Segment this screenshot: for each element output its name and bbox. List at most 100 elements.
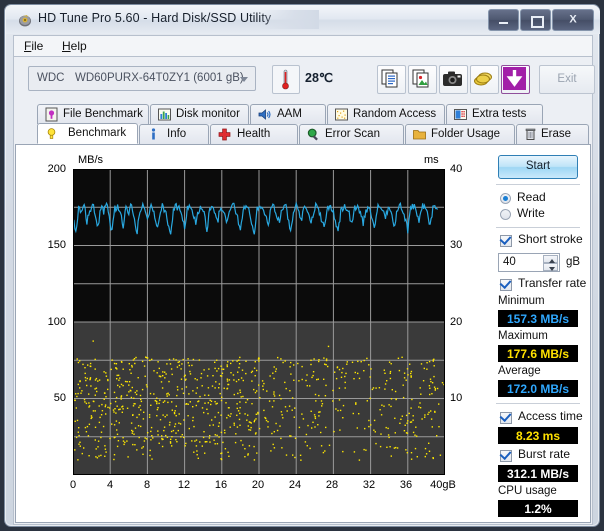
drive-vendor-label: WDC [37, 72, 65, 84]
burst-rate-checkbox-indicator [500, 450, 512, 462]
short-stroke-label: Short stroke [518, 232, 583, 246]
y-tick-label: 100 [47, 316, 66, 328]
copy-text-button[interactable] [377, 65, 406, 94]
title-bar: HD Tune Pro 5.60 - Hard Disk/SSD Utility… [6, 6, 600, 34]
exit-button[interactable]: Exit [539, 65, 595, 94]
x-tick-label: 0 [69, 479, 77, 491]
access-time-checkbox-indicator [500, 412, 512, 424]
average-value: 172.0 MB/s [506, 382, 570, 396]
maximize-icon [531, 16, 544, 28]
tab-row-bottom: Benchmark Info Health Error Scan Folder … [14, 123, 590, 144]
minimize-icon [499, 22, 508, 24]
y-axis-unit-label: MB/s [78, 154, 104, 166]
transfer-rate-checkbox-indicator [500, 279, 512, 291]
short-stroke-stepper[interactable]: 40 [498, 253, 560, 272]
stepper-up-button[interactable] [543, 255, 558, 263]
stepper-down-button[interactable] [543, 263, 558, 271]
screenshot-camera-icon [443, 71, 462, 86]
tab-extra-tests[interactable]: Extra tests [446, 104, 543, 124]
y2-tick-label: 30 [450, 239, 463, 251]
tab-folder-usage[interactable]: Folder Usage [405, 124, 515, 144]
menu-help-label: elp [70, 39, 87, 53]
tab-label: Info [167, 128, 187, 140]
tab-label: Benchmark [68, 127, 127, 139]
download-arrow-icon [503, 67, 526, 90]
benchmark-panel: MB/s ms 200 150 100 50 40 30 20 10 0 4 8… [15, 144, 591, 523]
maximum-value: 177.6 MB/s [506, 347, 570, 361]
minimum-label: Minimum [498, 295, 545, 307]
tab-label: Random Access [353, 108, 437, 120]
coins-icon [474, 72, 492, 86]
x-tick-label: 8 [143, 479, 151, 491]
x-tick-label: 32 [362, 479, 376, 491]
y2-tick-label: 20 [450, 316, 463, 328]
lightbulb-icon [47, 128, 56, 139]
tab-label: File Benchmark [63, 108, 143, 120]
tab-label: Folder Usage [431, 128, 501, 140]
download-button[interactable] [501, 65, 530, 94]
average-label: Average [498, 365, 541, 377]
info-icon [151, 128, 156, 140]
radio-read-label: Read [517, 190, 546, 204]
tab-error-scan[interactable]: Error Scan [299, 124, 404, 144]
maximize-button[interactable] [520, 9, 551, 31]
maximum-value-display: 177.6 MB/s [498, 345, 578, 362]
menu-item-help[interactable]: Help [62, 39, 87, 53]
speaker-icon [258, 109, 271, 120]
radio-write-label: Write [517, 206, 545, 220]
tab-info[interactable]: Info [139, 124, 209, 144]
y2-tick-label: 40 [450, 163, 463, 175]
cpu-usage-label: CPU usage [498, 485, 557, 497]
tab-row-top: File Benchmark Disk monitor AAM Random A… [14, 103, 590, 124]
short-stroke-value: 40 [503, 256, 516, 268]
maximum-label: Maximum [498, 330, 548, 342]
access-time-label: Access time [518, 409, 583, 423]
temperature-value: 28℃ [305, 71, 333, 85]
tab-benchmark[interactable]: Benchmark [37, 123, 138, 144]
coins-button[interactable] [470, 65, 499, 94]
average-value-display: 172.0 MB/s [498, 380, 578, 397]
options-panel: Start Read Write Short stroke 40 gB Tran… [494, 153, 586, 517]
close-button[interactable]: X [552, 9, 594, 31]
y2-tick-label: 10 [450, 392, 463, 404]
x-tick-label: 24 [288, 479, 302, 491]
burst-rate-label: Burst rate [518, 447, 571, 461]
drive-select[interactable]: WDC WD60PURX-64T0ZY1 (6001 gB) [28, 66, 256, 91]
screenshot-button[interactable] [439, 65, 468, 94]
hdtune-app-icon [19, 15, 31, 27]
trash-icon [525, 128, 536, 140]
disk-monitor-icon [158, 108, 171, 121]
tab-erase[interactable]: Erase [516, 124, 589, 144]
temperature-indicator [272, 65, 300, 94]
menu-item-file[interactable]: File [24, 39, 43, 53]
minimize-button[interactable] [488, 9, 519, 31]
magnifier-icon [307, 128, 318, 141]
start-button[interactable]: Start [498, 155, 578, 179]
window-controls: X [487, 9, 594, 31]
window-title: HD Tune Pro 5.60 - Hard Disk/SSD Utility [38, 11, 272, 25]
tab-disk-monitor[interactable]: Disk monitor [150, 104, 249, 124]
tab-random-access[interactable]: Random Access [327, 104, 445, 124]
file-benchmark-icon [45, 107, 58, 122]
transfer-rate-label: Transfer rate [518, 276, 587, 290]
tab-health[interactable]: Health [210, 124, 298, 144]
benchmark-chart: MB/s ms 200 150 100 50 40 30 20 10 0 4 8… [26, 153, 481, 513]
tab-aam[interactable]: AAM [250, 104, 326, 124]
divider [496, 227, 580, 228]
copy-image-button[interactable] [408, 65, 437, 94]
stepper-buttons[interactable] [543, 255, 558, 271]
health-cross-icon [218, 128, 231, 141]
divider [496, 184, 580, 185]
plot-svg [73, 169, 445, 475]
chevron-down-icon [549, 267, 555, 271]
tab-area: File Benchmark Disk monitor AAM Random A… [13, 103, 593, 525]
toolbar: WDC WD60PURX-64T0ZY1 (6001 gB) 28℃ Exit [13, 57, 595, 103]
folder-icon [413, 130, 426, 140]
tab-label: Disk monitor [176, 108, 240, 120]
tab-file-benchmark[interactable]: File Benchmark [37, 104, 149, 124]
radio-write-indicator [500, 209, 511, 220]
title-fade [259, 10, 319, 29]
short-stroke-unit: gB [566, 256, 581, 268]
radio-read-indicator [500, 193, 511, 204]
copy-text-icon [381, 69, 398, 88]
